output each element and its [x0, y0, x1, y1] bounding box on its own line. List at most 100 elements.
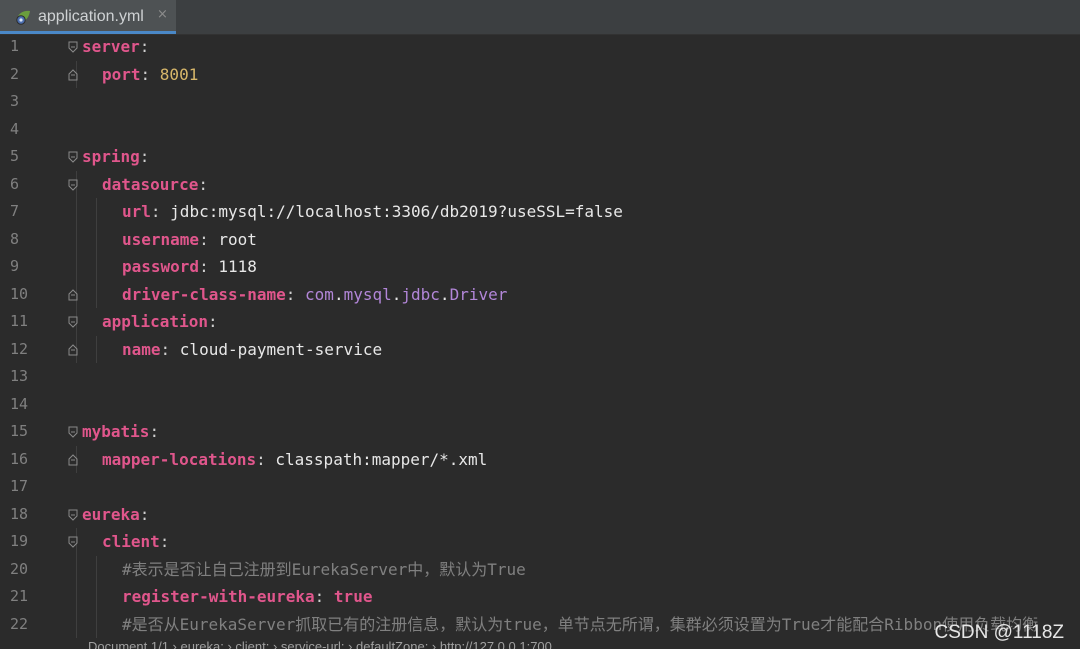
line-number: 3 — [10, 92, 20, 110]
fold-open-icon[interactable] — [68, 41, 78, 53]
punctuation: : — [140, 64, 160, 84]
code-line[interactable]: name: cloud-payment-service — [122, 336, 382, 364]
line-number: 14 — [10, 394, 29, 413]
close-icon[interactable]: × — [157, 7, 169, 23]
indent-guide — [76, 170, 77, 363]
punctuation: : — [150, 202, 171, 221]
line-number: 17 — [10, 477, 29, 495]
gutter-line: 4 — [0, 116, 60, 144]
breadcrumb: Document 1/1 › eureka: › client: › servi… — [88, 640, 552, 649]
line-number: 18 — [10, 504, 29, 523]
line-number: 5 — [10, 147, 20, 165]
gutter-line: 9 — [0, 253, 60, 281]
code-line[interactable]: #表示是否让自己注册到EurekaServer中，默认为True — [122, 556, 526, 584]
yaml-key: mybatis — [82, 422, 150, 441]
gutter-line: 17 — [0, 473, 60, 501]
code-line[interactable]: username: root — [122, 226, 257, 254]
gutter-line: 15 — [0, 418, 60, 446]
code-line[interactable]: eureka: — [82, 501, 149, 529]
code-line[interactable]: url: jdbc:mysql://localhost:3306/db2019?… — [122, 198, 623, 226]
string-value: jdbc:mysql://localhost:3306/db2019?useSS… — [170, 202, 623, 221]
fold-end-icon[interactable] — [68, 288, 78, 301]
yaml-key: application — [102, 312, 208, 331]
yaml-key: port — [102, 64, 141, 84]
code-line[interactable]: application: — [102, 308, 218, 336]
yaml-key: eureka — [82, 504, 140, 524]
code-line[interactable]: mapper-locations: classpath:mapper/*.xml — [102, 446, 487, 474]
gutter-line: 16 — [0, 446, 60, 474]
yaml-key: client — [102, 532, 160, 551]
code-editor[interactable]: 1 server: 2 port: 8001 3 4 5 spring: 6 datasource… — [0, 35, 1080, 649]
code-line[interactable]: password: 1118 — [122, 253, 257, 281]
yaml-key: name — [122, 339, 161, 359]
string-value: . — [333, 284, 344, 304]
code-line[interactable]: driver-class-name: com.mysql.jdbc.Driver — [122, 281, 507, 309]
code-line[interactable]: #是否从EurekaServer抓取已有的注册信息，默认为true，单节点无所谓… — [122, 611, 1038, 639]
fold-open-icon[interactable] — [68, 536, 78, 548]
punctuation: : — [149, 422, 160, 441]
gutter-line: 14 — [0, 391, 60, 419]
gutter-line: 3 — [0, 88, 60, 116]
indent-guide — [96, 198, 97, 308]
spring-yaml-file-icon — [16, 10, 30, 25]
code-line[interactable]: mybatis: — [82, 418, 159, 446]
line-number: 7 — [10, 202, 20, 220]
code-line[interactable]: datasource: — [102, 171, 208, 199]
punctuation: : — [159, 532, 170, 551]
string-value: . — [391, 284, 402, 304]
fold-open-icon[interactable] — [68, 509, 78, 521]
line-number: 13 — [10, 367, 29, 385]
editor-tab-bar: application.yml × — [0, 0, 1080, 35]
breadcrumb-bar: Document 1/1 › eureka: › client: › servi… — [0, 640, 1080, 649]
gutter-line: 8 — [0, 226, 60, 254]
string-value: root — [218, 229, 257, 249]
fold-open-icon[interactable] — [68, 179, 78, 191]
string-value: 1118 — [218, 257, 257, 276]
punctuation: : — [256, 449, 276, 469]
yaml-key: mapper-locations — [102, 449, 257, 469]
gutter-line: 1 — [0, 35, 60, 61]
punctuation: : — [139, 37, 150, 56]
fold-end-icon[interactable] — [68, 343, 78, 356]
yaml-key: url — [122, 202, 151, 221]
boolean-value: true — [333, 587, 373, 606]
code-line[interactable]: port: 8001 — [102, 61, 198, 89]
gutter-line: 2 — [0, 61, 60, 89]
fold-open-icon[interactable] — [68, 426, 78, 438]
gutter-line: 20 — [0, 556, 60, 584]
class-reference: com — [305, 284, 334, 304]
code-line[interactable]: client: — [102, 528, 169, 556]
yaml-key: server — [82, 37, 140, 56]
line-number: 15 — [10, 422, 29, 440]
yaml-key: password — [122, 257, 200, 276]
punctuation: : — [199, 257, 219, 276]
fold-end-icon[interactable] — [68, 68, 78, 81]
string-value: classpath:mapper/*.xml — [275, 449, 488, 469]
code-line[interactable]: spring: — [82, 143, 149, 171]
gutter-line: 6 — [0, 171, 60, 199]
fold-end-icon[interactable] — [68, 453, 78, 466]
class-reference: mysql — [343, 284, 392, 304]
class-reference: Driver — [449, 284, 508, 304]
line-number: 8 — [10, 229, 20, 248]
line-number: 12 — [10, 339, 29, 358]
gutter-line: 11 — [0, 308, 60, 336]
string-value: . — [439, 284, 450, 304]
tab-application-yml[interactable]: application.yml × — [0, 0, 176, 34]
line-number: 16 — [10, 449, 29, 468]
gutter-line: 21 — [0, 583, 60, 611]
code-line[interactable]: register-with-eureka: true — [122, 583, 372, 611]
code-line[interactable]: server: — [82, 35, 149, 61]
class-reference: jdbc — [401, 284, 440, 304]
gutter-line: 5 — [0, 143, 60, 171]
fold-open-icon[interactable] — [68, 316, 78, 328]
punctuation: : — [198, 174, 208, 194]
fold-open-icon[interactable] — [68, 151, 78, 163]
indent-guide — [96, 555, 97, 638]
punctuation: : — [139, 147, 150, 166]
punctuation: : — [285, 284, 306, 304]
line-number: 11 — [10, 312, 29, 330]
punctuation: : — [314, 587, 334, 606]
gutter-line: 12 — [0, 336, 60, 364]
line-number: 9 — [10, 257, 20, 275]
